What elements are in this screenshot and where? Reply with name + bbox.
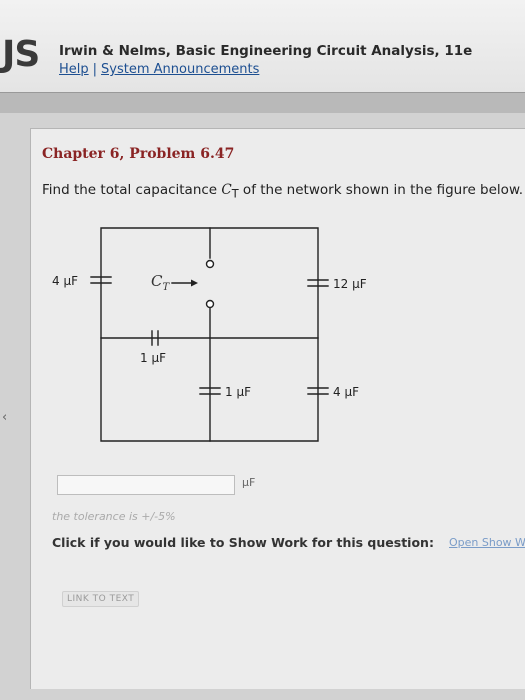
answer-unit: μF xyxy=(242,476,256,489)
label-c-total-main: C xyxy=(151,272,163,290)
label-c-left: 4 μF xyxy=(52,274,78,288)
label-c-inner: 1 μF xyxy=(225,385,251,399)
label-c-right-bottom: 4 μF xyxy=(333,385,359,399)
link-to-text-button[interactable]: LINK TO TEXT xyxy=(62,591,140,607)
label-c-middle: 1 μF xyxy=(140,351,166,365)
ct-arrow-head xyxy=(191,279,198,287)
answer-input[interactable] xyxy=(57,475,235,495)
open-show-work-link[interactable]: Open Show Work xyxy=(449,536,525,549)
terminal-b xyxy=(205,299,215,309)
tolerance-text: the tolerance is +/-5% xyxy=(52,510,176,523)
label-c-total: CT xyxy=(151,272,169,293)
label-c-right-top: 12 μF xyxy=(333,277,367,291)
show-work-prompt: Click if you would like to Show Work for… xyxy=(52,535,434,550)
label-c-total-sub: T xyxy=(162,282,170,293)
terminal-a xyxy=(205,259,215,269)
